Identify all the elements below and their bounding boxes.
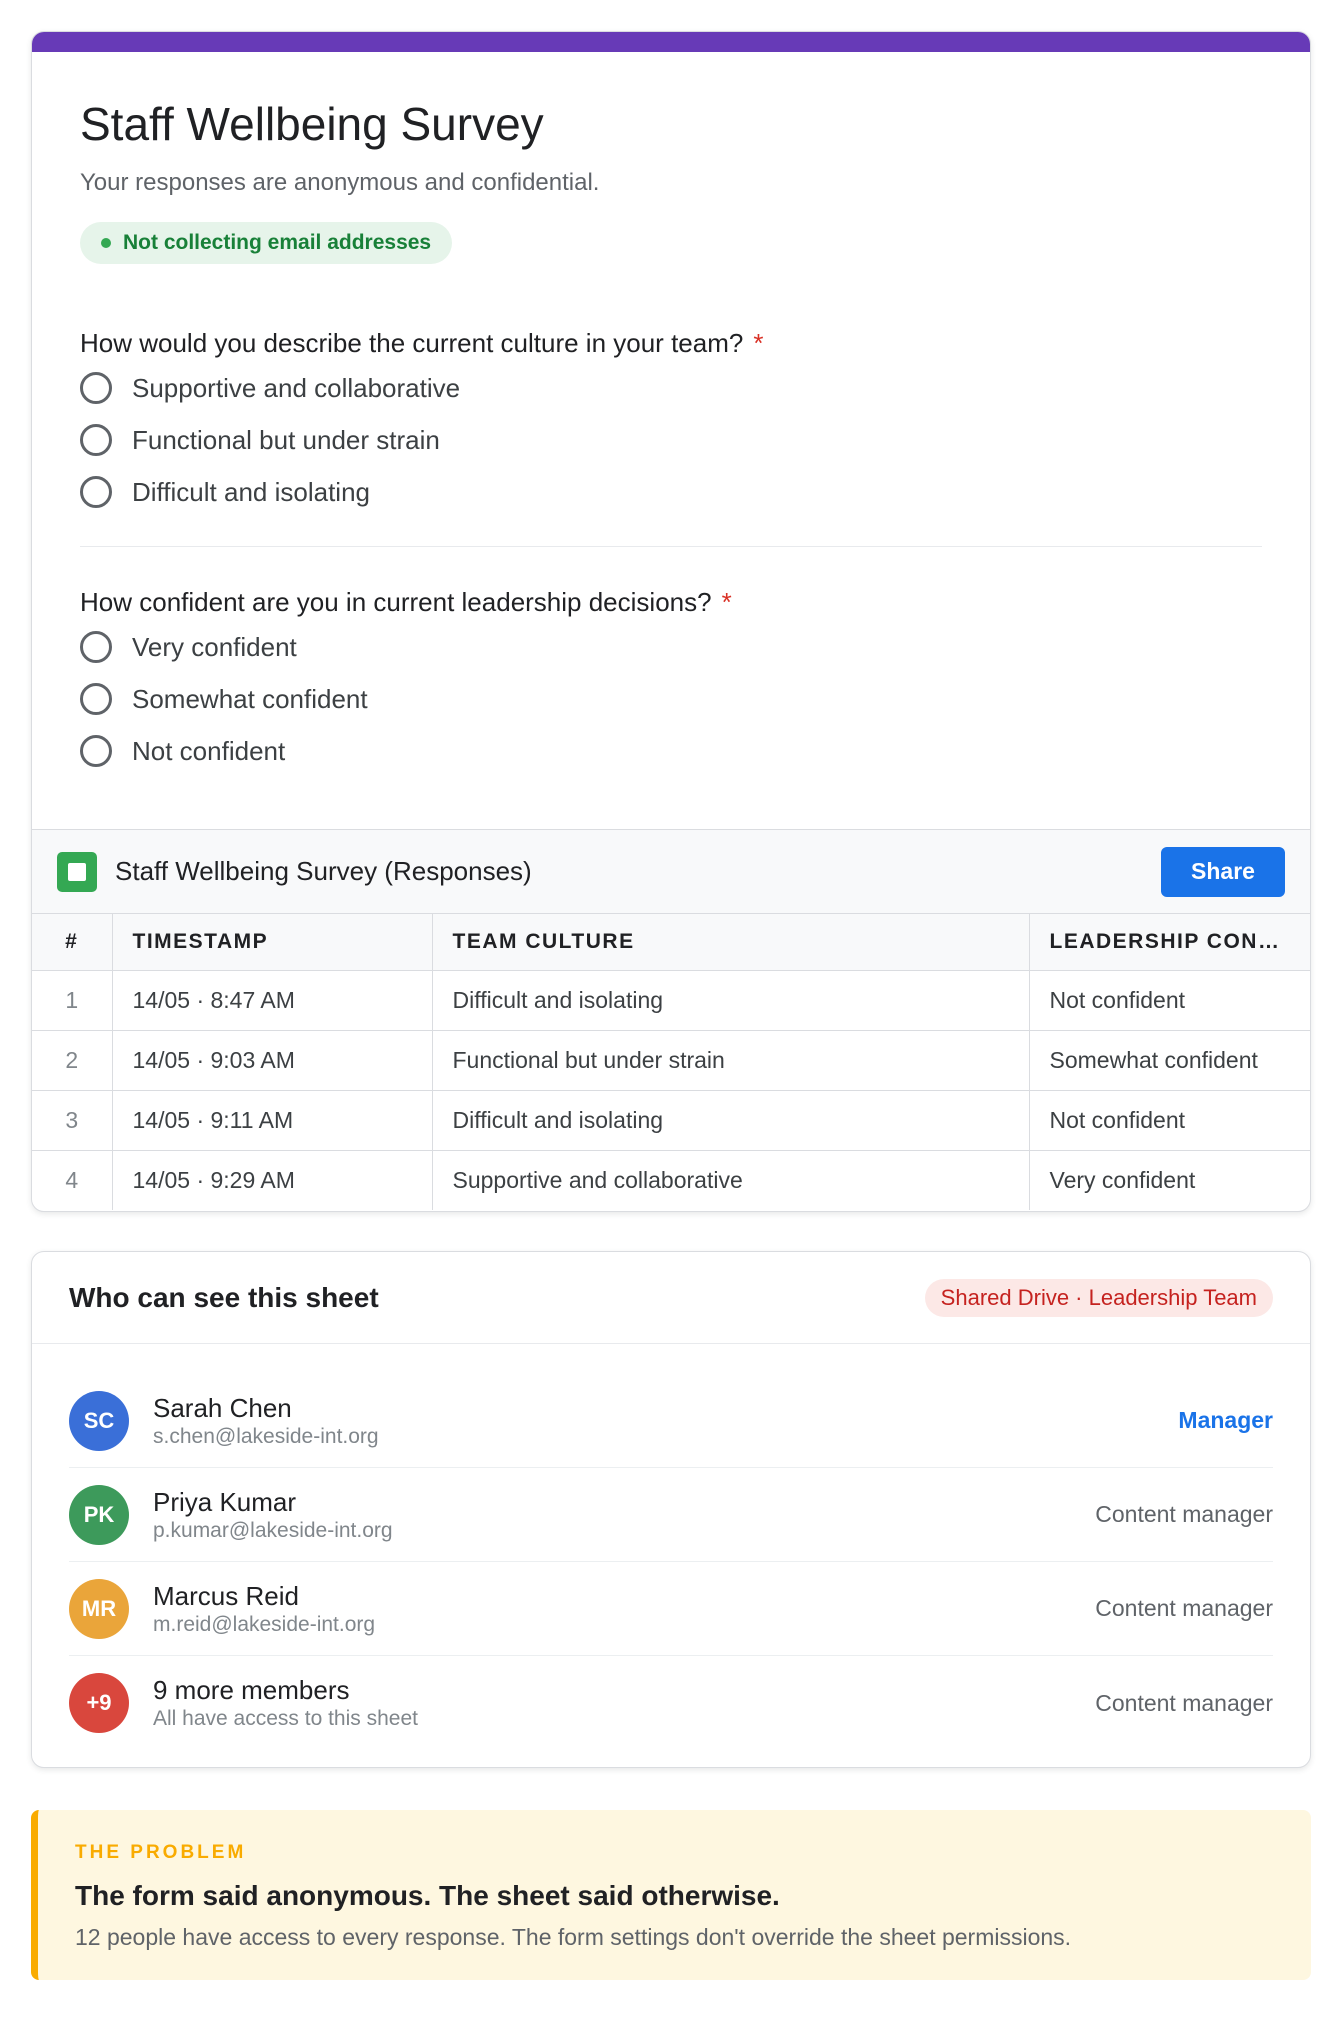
member-info: Sarah Chen s.chen@lakeside-int.org: [153, 1392, 1178, 1450]
member-email: s.chen@lakeside-int.org: [153, 1424, 379, 1448]
member-name: Marcus Reid: [153, 1580, 299, 1611]
responses-sheet-panel: Staff Wellbeing Survey (Responses) Share…: [32, 829, 1310, 1210]
column-header[interactable]: LEADERSHIP CON…: [1029, 914, 1310, 971]
avatar: MR: [69, 1578, 129, 1639]
column-header[interactable]: #: [32, 914, 113, 971]
survey-form-card: Staff Wellbeing Survey Your responses ar…: [31, 31, 1311, 1212]
timestamp-cell[interactable]: 14/05 · 9:29 AM: [112, 1150, 433, 1210]
problem-body: 12 people have access to every response.…: [75, 1924, 1072, 1950]
email-status-label: Not collecting email addresses: [123, 231, 432, 254]
column-header[interactable]: TIMESTAMP: [112, 914, 433, 971]
radio-option[interactable]: Not confident: [80, 727, 1262, 775]
column-header[interactable]: TEAM CULTURE: [432, 914, 1030, 971]
member-row-more[interactable]: +9 9 more members All have access to thi…: [69, 1656, 1273, 1750]
radio-option-label: Somewhat confident: [132, 683, 368, 714]
radio-button-icon[interactable]: [80, 631, 112, 663]
leadership-cell[interactable]: Very confident: [1029, 1150, 1310, 1210]
problem-callout: THE PROBLEM The form said anonymous. The…: [31, 1810, 1311, 1980]
shared-drive-badge: Shared Drive · Leadership Team: [924, 1278, 1273, 1317]
sheet-title: Staff Wellbeing Survey (Responses): [115, 856, 532, 886]
member-subtext: All have access to this sheet: [153, 1707, 418, 1730]
question-title: How would you describe the current cultu…: [80, 326, 1262, 360]
row-number-cell[interactable]: 4: [32, 1150, 113, 1210]
avatar: SC: [69, 1390, 129, 1451]
table-row: 1 14/05 · 8:47 AM Difficult and isolatin…: [32, 970, 1310, 1031]
member-role-dropdown[interactable]: Manager: [1178, 1407, 1273, 1434]
member-role-dropdown[interactable]: Content manager: [1095, 1501, 1273, 1528]
form-title: Staff Wellbeing Survey: [80, 98, 544, 150]
radio-option[interactable]: Somewhat confident: [80, 675, 1262, 723]
sheet-access-card: Who can see this sheet Shared Drive · Le…: [31, 1251, 1311, 1768]
radio-button-icon[interactable]: [80, 476, 112, 508]
avatar: +9: [69, 1673, 129, 1733]
question-text: How would you describe the current cultu…: [80, 328, 744, 358]
leadership-cell[interactable]: Not confident: [1029, 1090, 1310, 1151]
radio-button-icon[interactable]: [80, 683, 112, 715]
member-list: SC Sarah Chen s.chen@lakeside-int.org Ma…: [32, 1344, 1310, 1750]
member-name: 9 more members: [153, 1675, 350, 1705]
member-name: Priya Kumar: [153, 1486, 297, 1517]
member-email: p.kumar@lakeside-int.org: [153, 1518, 393, 1542]
question-divider: [80, 546, 1262, 547]
question-title: How confident are you in current leaders…: [80, 585, 1262, 619]
required-asterisk: *: [721, 587, 732, 617]
team-culture-cell[interactable]: Supportive and collaborative: [432, 1150, 1030, 1210]
question-text: How confident are you in current leaders…: [80, 587, 712, 617]
member-row[interactable]: MR Marcus Reid m.reid@lakeside-int.org C…: [69, 1562, 1273, 1656]
member-email: m.reid@lakeside-int.org: [153, 1612, 376, 1636]
team-culture-cell[interactable]: Difficult and isolating: [432, 970, 1030, 1031]
question-team-culture: How would you describe the current cultu…: [80, 326, 1262, 516]
timestamp-cell[interactable]: 14/05 · 8:47 AM: [112, 970, 433, 1031]
radio-option[interactable]: Functional but under strain: [80, 416, 1262, 464]
team-culture-cell[interactable]: Difficult and isolating: [432, 1090, 1030, 1151]
radio-option[interactable]: Very confident: [80, 623, 1262, 671]
radio-button-icon[interactable]: [80, 735, 112, 767]
google-sheets-icon: [57, 851, 97, 892]
member-row[interactable]: PK Priya Kumar p.kumar@lakeside-int.org …: [69, 1468, 1273, 1562]
table-header-row: # TIMESTAMP TEAM CULTURE LEADERSHIP CON…: [32, 914, 1310, 971]
member-role-dropdown[interactable]: Content manager: [1095, 1595, 1273, 1622]
access-header: Who can see this sheet Shared Drive · Le…: [32, 1252, 1310, 1344]
member-info: Marcus Reid m.reid@lakeside-int.org: [153, 1580, 1095, 1638]
status-dot-icon: [101, 238, 111, 248]
radio-option-label: Difficult and isolating: [132, 476, 370, 507]
form-description: Your responses are anonymous and confide…: [80, 169, 600, 196]
member-name: Sarah Chen: [153, 1392, 292, 1423]
row-number-cell[interactable]: 1: [32, 970, 113, 1031]
problem-kicker: THE PROBLEM: [75, 1842, 247, 1863]
required-asterisk: *: [753, 328, 764, 358]
share-button[interactable]: Share: [1161, 846, 1285, 897]
timestamp-cell[interactable]: 14/05 · 9:03 AM: [112, 1030, 433, 1091]
row-number-cell[interactable]: 3: [32, 1090, 113, 1151]
timestamp-cell[interactable]: 14/05 · 9:11 AM: [112, 1090, 433, 1151]
radio-option-label: Functional but under strain: [132, 424, 440, 455]
radio-option-label: Not confident: [132, 735, 286, 766]
member-role-dropdown[interactable]: Content manager: [1095, 1690, 1273, 1717]
member-info: Priya Kumar p.kumar@lakeside-int.org: [153, 1486, 1095, 1544]
access-title: Who can see this sheet: [69, 1281, 379, 1313]
form-accent-bar: [32, 32, 1310, 52]
leadership-cell[interactable]: Somewhat confident: [1029, 1030, 1310, 1091]
sheet-header: Staff Wellbeing Survey (Responses) Share: [32, 830, 1310, 914]
team-culture-cell[interactable]: Functional but under strain: [432, 1030, 1030, 1091]
radio-option[interactable]: Difficult and isolating: [80, 468, 1262, 516]
leadership-cell[interactable]: Not confident: [1029, 970, 1310, 1031]
question-leadership-confidence: How confident are you in current leaders…: [80, 585, 1262, 775]
problem-headline: The form said anonymous. The sheet said …: [75, 1880, 780, 1911]
responses-table: # TIMESTAMP TEAM CULTURE LEADERSHIP CON……: [32, 914, 1310, 1210]
avatar: PK: [69, 1484, 129, 1545]
table-row: 4 14/05 · 9:29 AM Supportive and collabo…: [32, 1150, 1310, 1210]
table-row: 2 14/05 · 9:03 AM Functional but under s…: [32, 1030, 1310, 1091]
row-number-cell[interactable]: 2: [32, 1030, 113, 1091]
email-status-badge: Not collecting email addresses: [80, 222, 453, 264]
member-info: 9 more members All have access to this s…: [153, 1674, 1095, 1732]
radio-option-label: Very confident: [132, 631, 297, 662]
radio-option[interactable]: Supportive and collaborative: [80, 364, 1262, 412]
member-row[interactable]: SC Sarah Chen s.chen@lakeside-int.org Ma…: [69, 1374, 1273, 1468]
radio-button-icon[interactable]: [80, 372, 112, 404]
radio-button-icon[interactable]: [80, 424, 112, 456]
table-row: 3 14/05 · 9:11 AM Difficult and isolatin…: [32, 1090, 1310, 1151]
radio-option-label: Supportive and collaborative: [132, 372, 461, 403]
